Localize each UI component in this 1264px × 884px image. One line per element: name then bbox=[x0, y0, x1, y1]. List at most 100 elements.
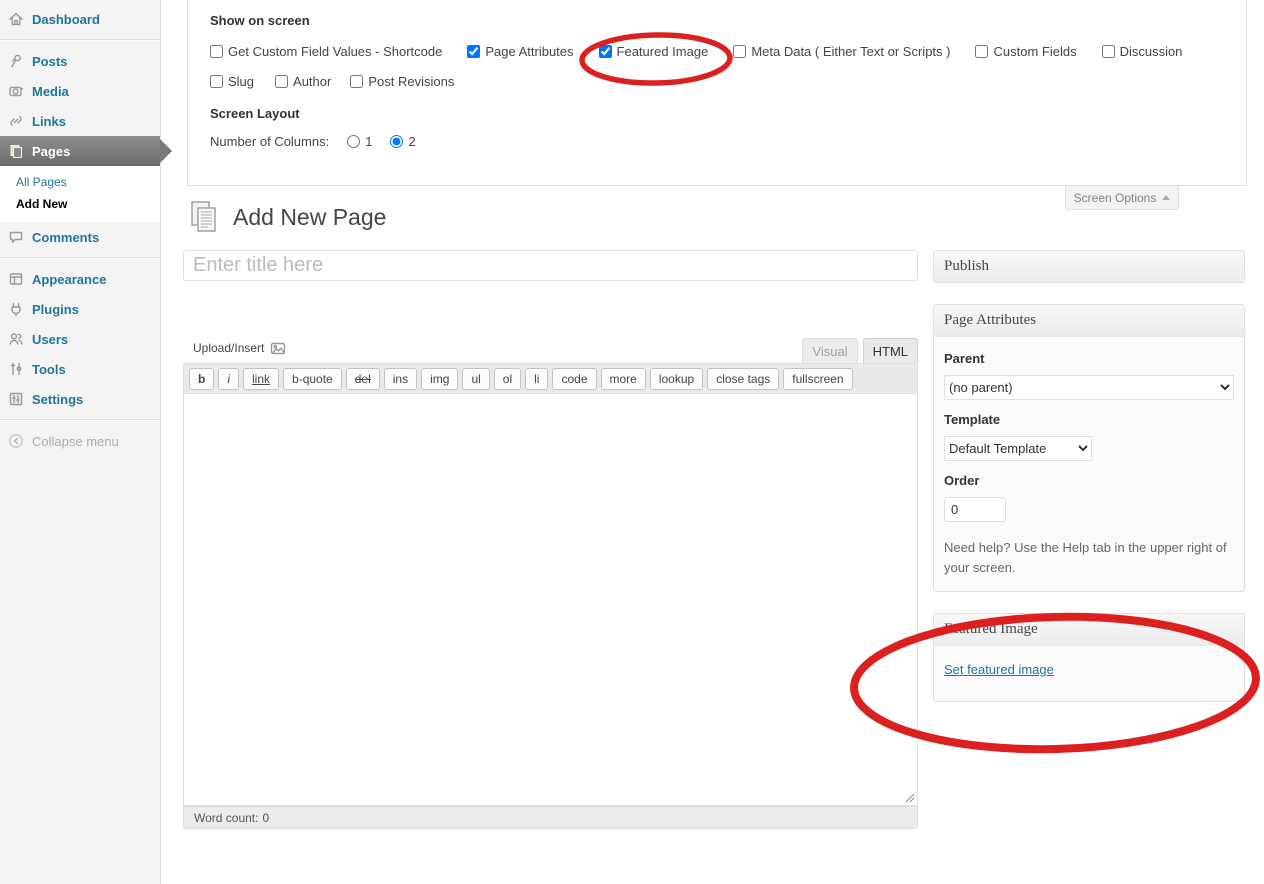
ol-button[interactable]: ol bbox=[494, 368, 521, 390]
collapse-arrow-icon bbox=[7, 433, 24, 449]
submenu-item-all-pages[interactable]: All Pages bbox=[0, 171, 160, 193]
tab-visual[interactable]: Visual bbox=[802, 338, 857, 363]
blockquote-button[interactable]: b-quote bbox=[283, 368, 342, 390]
columns-radio-1[interactable]: 1 bbox=[347, 134, 372, 149]
menu-separator bbox=[0, 419, 160, 421]
sidebar-item-label: Settings bbox=[32, 392, 83, 407]
checkbox-featured-image[interactable]: Featured Image bbox=[599, 44, 709, 59]
publish-metabox-header[interactable]: Publish bbox=[934, 251, 1244, 282]
checkbox-label: Slug bbox=[228, 74, 254, 89]
settings-icon bbox=[7, 391, 24, 407]
italic-button[interactable]: i bbox=[218, 368, 239, 390]
more-button[interactable]: more bbox=[601, 368, 646, 390]
lookup-button[interactable]: lookup bbox=[650, 368, 703, 390]
menu-separator bbox=[0, 39, 160, 41]
order-input[interactable] bbox=[944, 497, 1006, 522]
sidebar-item-tools[interactable]: Tools bbox=[0, 354, 160, 384]
checkbox-input[interactable] bbox=[1102, 45, 1115, 58]
page-attributes-metabox: Page Attributes Parent (no parent) Templ… bbox=[933, 304, 1245, 592]
page-attributes-metabox-header[interactable]: Page Attributes bbox=[934, 305, 1244, 336]
page-title: Add New Page bbox=[233, 204, 386, 231]
number-of-columns-row: Number of Columns: 1 2 bbox=[210, 134, 1246, 149]
checkbox-input[interactable] bbox=[210, 45, 223, 58]
sidebar-item-dashboard[interactable]: Dashboard bbox=[0, 4, 160, 34]
parent-select[interactable]: (no parent) bbox=[944, 375, 1234, 400]
sidebar-item-comments[interactable]: Comments bbox=[0, 222, 160, 252]
show-on-screen-heading: Show on screen bbox=[210, 13, 1246, 28]
set-featured-image-link[interactable]: Set featured image bbox=[944, 662, 1054, 677]
sidebar-item-settings[interactable]: Settings bbox=[0, 384, 160, 414]
radio-label: 1 bbox=[365, 134, 372, 149]
checkbox-label: Post Revisions bbox=[368, 74, 454, 89]
sidebar-item-users[interactable]: Users bbox=[0, 324, 160, 354]
upload-insert-row: Upload/Insert bbox=[193, 340, 287, 356]
li-button[interactable]: li bbox=[525, 368, 548, 390]
sidebar-item-links[interactable]: Links bbox=[0, 106, 160, 136]
quicktags-toolbar: b i link b-quote del ins img ul ol li co… bbox=[183, 363, 918, 394]
checkbox-label: Custom Fields bbox=[993, 44, 1076, 59]
tab-html[interactable]: HTML bbox=[863, 338, 918, 363]
bold-button[interactable]: b bbox=[189, 368, 214, 390]
sidebar-item-label: Users bbox=[32, 332, 68, 347]
template-label: Template bbox=[944, 412, 1234, 427]
sidebar-item-label: Appearance bbox=[32, 272, 106, 287]
checkbox-input[interactable] bbox=[733, 45, 746, 58]
close-tags-button[interactable]: close tags bbox=[707, 368, 779, 390]
resize-handle-icon[interactable] bbox=[903, 791, 915, 803]
checkbox-get-custom-field-values[interactable]: Get Custom Field Values - Shortcode bbox=[210, 44, 442, 59]
radio-input[interactable] bbox=[390, 135, 403, 148]
ul-button[interactable]: ul bbox=[462, 368, 489, 390]
sidebar-item-pages[interactable]: Pages bbox=[0, 136, 160, 166]
checkbox-slug[interactable]: Slug bbox=[210, 74, 254, 89]
fullscreen-button[interactable]: fullscreen bbox=[783, 368, 852, 390]
content-editor-textarea[interactable] bbox=[183, 394, 918, 806]
tools-icon bbox=[7, 361, 24, 377]
checkbox-input[interactable] bbox=[350, 75, 363, 88]
checkbox-input[interactable] bbox=[975, 45, 988, 58]
checkbox-label: Meta Data ( Either Text or Scripts ) bbox=[751, 44, 950, 59]
sidebar-item-media[interactable]: Media bbox=[0, 76, 160, 106]
code-button[interactable]: code bbox=[552, 368, 596, 390]
radio-input[interactable] bbox=[347, 135, 360, 148]
sidebar-item-posts[interactable]: Posts bbox=[0, 46, 160, 76]
pages-large-icon bbox=[186, 199, 222, 235]
submenu-item-add-new[interactable]: Add New bbox=[0, 193, 160, 215]
checkbox-input[interactable] bbox=[275, 75, 288, 88]
link-button[interactable]: link bbox=[243, 368, 279, 390]
add-media-icon[interactable] bbox=[270, 340, 287, 356]
checkbox-input[interactable] bbox=[467, 45, 480, 58]
title-input[interactable] bbox=[183, 250, 918, 281]
show-on-screen-row-1: Get Custom Field Values - Shortcode Page… bbox=[210, 44, 1246, 59]
checkbox-input[interactable] bbox=[599, 45, 612, 58]
columns-radio-2[interactable]: 2 bbox=[390, 134, 415, 149]
template-select[interactable]: Default Template bbox=[944, 436, 1092, 461]
sidebar-item-label: Posts bbox=[32, 54, 67, 69]
sidebar-item-appearance[interactable]: Appearance bbox=[0, 264, 160, 294]
checkbox-meta-data[interactable]: Meta Data ( Either Text or Scripts ) bbox=[733, 44, 950, 59]
ins-button[interactable]: ins bbox=[384, 368, 417, 390]
checkbox-page-attributes[interactable]: Page Attributes bbox=[467, 44, 573, 59]
checkbox-author[interactable]: Author bbox=[275, 74, 331, 89]
collapse-menu-label: Collapse menu bbox=[32, 434, 119, 449]
checkbox-post-revisions[interactable]: Post Revisions bbox=[350, 74, 454, 89]
img-button[interactable]: img bbox=[421, 368, 458, 390]
collapse-menu-button[interactable]: Collapse menu bbox=[0, 426, 160, 456]
featured-image-metabox-header[interactable]: Featured Image bbox=[934, 614, 1244, 645]
featured-image-content: Set featured image bbox=[934, 645, 1244, 701]
help-text: Need help? Use the Help tab in the upper… bbox=[944, 538, 1234, 577]
checkbox-label: Featured Image bbox=[617, 44, 709, 59]
checkbox-discussion[interactable]: Discussion bbox=[1102, 44, 1183, 59]
sidebar-item-label: Pages bbox=[32, 144, 70, 159]
pushpin-icon bbox=[7, 53, 24, 69]
screen-options-tab[interactable]: Screen Options bbox=[1065, 186, 1179, 210]
del-button[interactable]: del bbox=[346, 368, 380, 390]
sidebar-item-label: Plugins bbox=[32, 302, 79, 317]
show-on-screen-row-2: Slug Author Post Revisions bbox=[210, 74, 1246, 89]
checkbox-input[interactable] bbox=[210, 75, 223, 88]
sidebar-item-label: Comments bbox=[32, 230, 99, 245]
radio-label: 2 bbox=[408, 134, 415, 149]
page-header: Add New Page bbox=[186, 199, 386, 235]
plugin-icon bbox=[7, 301, 24, 317]
sidebar-item-plugins[interactable]: Plugins bbox=[0, 294, 160, 324]
checkbox-custom-fields[interactable]: Custom Fields bbox=[975, 44, 1076, 59]
